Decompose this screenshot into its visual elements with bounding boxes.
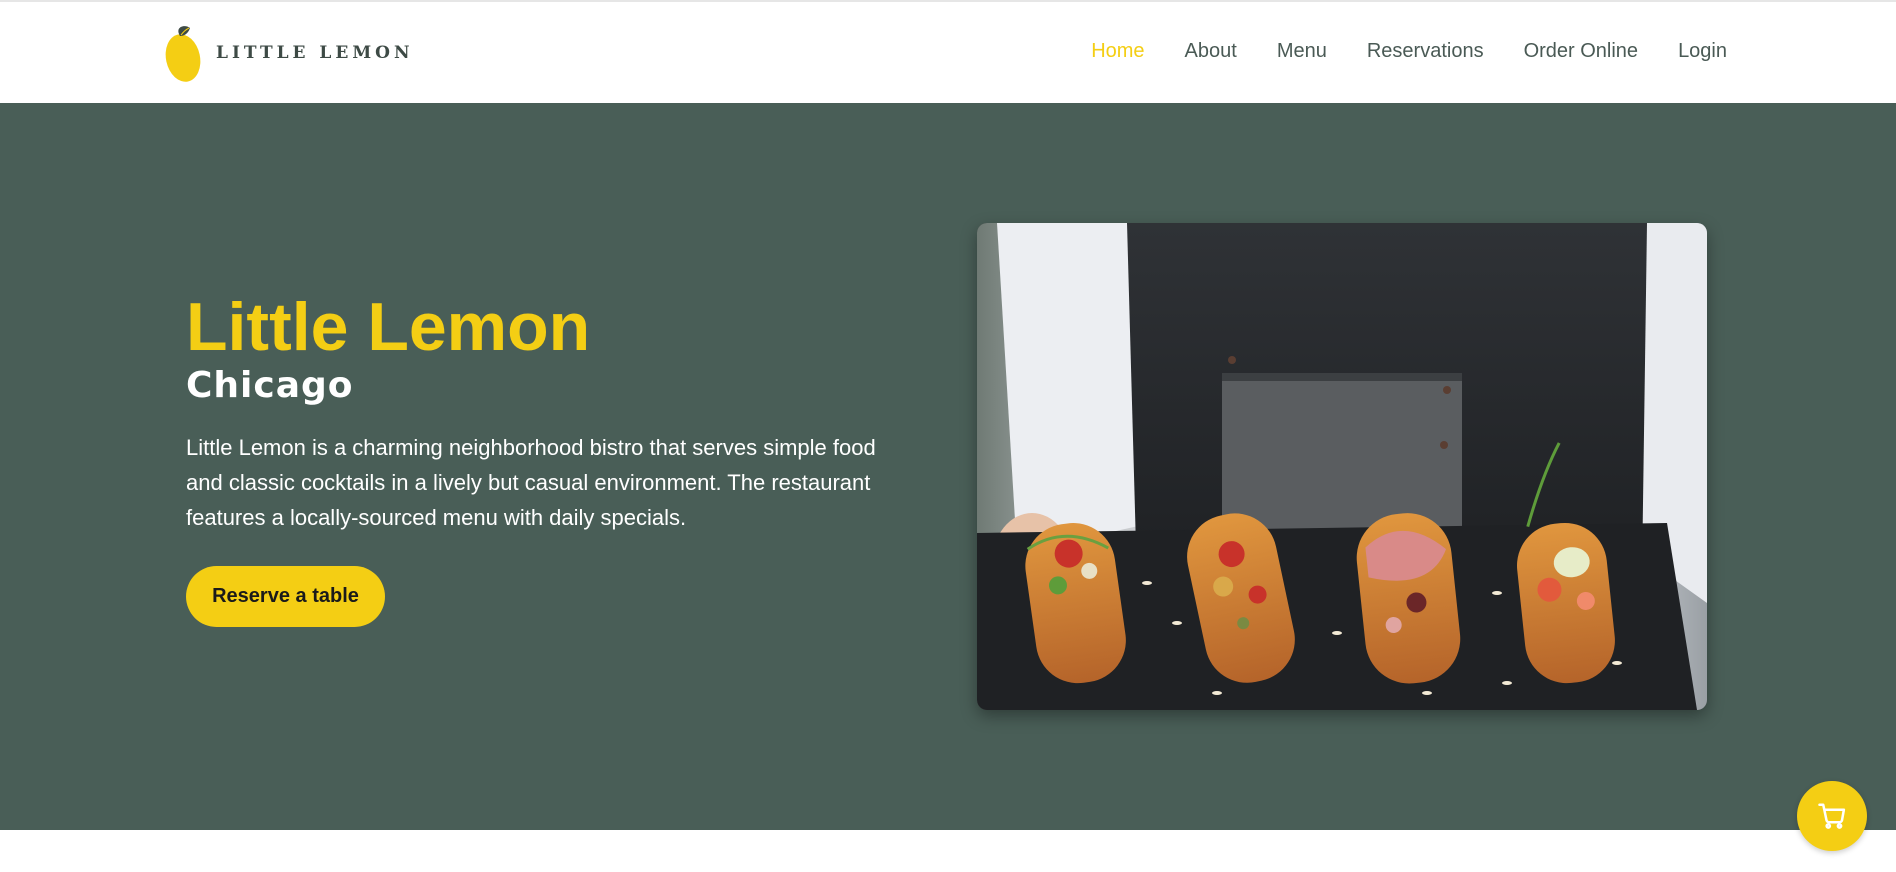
nav-home[interactable]: Home: [1091, 40, 1144, 63]
hero-description: Little Lemon is a charming neighborhood …: [186, 435, 876, 530]
cart-icon: [1818, 803, 1846, 829]
nav-order-online[interactable]: Order Online: [1524, 40, 1639, 63]
nav-reservations[interactable]: Reservations: [1367, 40, 1484, 63]
hero-subtitle: Chicago: [186, 365, 354, 406]
main-nav: Home About Menu Reservations Order Onlin…: [1091, 40, 1727, 63]
hero-food-photo: [977, 223, 1707, 710]
nav-menu[interactable]: Menu: [1277, 40, 1327, 63]
site-header: LITTLE LEMON Home About Menu Reservation…: [0, 2, 1896, 103]
nav-about[interactable]: About: [1185, 40, 1237, 63]
lemon-icon: [165, 26, 201, 82]
brand-logo[interactable]: LITTLE LEMON: [164, 22, 414, 84]
hero-section: Little Lemon Chicago Little Lemon is a c…: [0, 103, 1896, 830]
nav-login[interactable]: Login: [1678, 40, 1727, 63]
brand-name: LITTLE LEMON: [216, 43, 414, 63]
hero-title: Little Lemon: [186, 289, 591, 365]
cart-button[interactable]: [1797, 781, 1867, 851]
hero-image: [977, 223, 1707, 710]
reserve-table-button[interactable]: Reserve a table: [186, 566, 385, 627]
